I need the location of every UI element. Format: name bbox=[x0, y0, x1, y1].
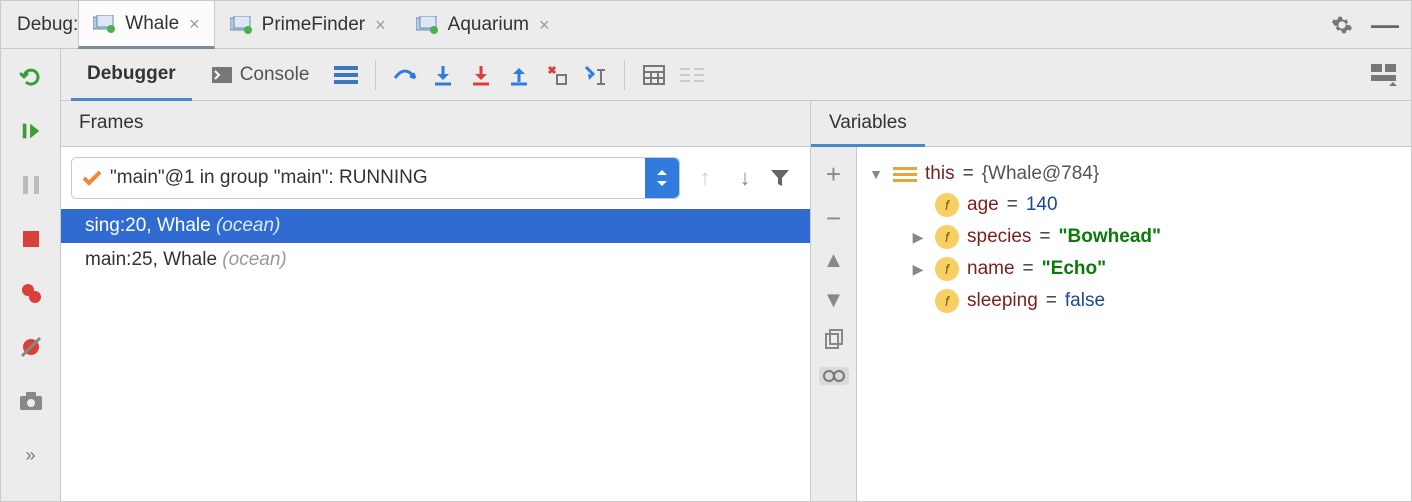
frame-list: sing:20, Whale (ocean) main:25, Whale (o… bbox=[61, 209, 810, 501]
tab-label: PrimeFinder bbox=[262, 14, 365, 36]
frames-header: Frames bbox=[61, 101, 810, 147]
layout-settings-icon[interactable] bbox=[1367, 58, 1401, 92]
prev-frame-button: ↑ bbox=[690, 165, 720, 191]
console-icon bbox=[212, 67, 232, 83]
var-value: 140 bbox=[1026, 194, 1058, 216]
thread-text: "main"@1 in group "main": RUNNING bbox=[110, 167, 645, 189]
show-watches-icon[interactable] bbox=[819, 367, 849, 385]
trace-current-stream-chain-icon bbox=[675, 58, 709, 92]
close-icon[interactable]: × bbox=[539, 16, 550, 34]
tab-whale[interactable]: Whale × bbox=[78, 1, 214, 49]
variable-row-name[interactable]: ▶ f name = "Echo" bbox=[867, 253, 1401, 285]
var-name: name bbox=[967, 258, 1015, 280]
remove-watch-icon[interactable]: − bbox=[826, 205, 841, 231]
frame-method: sing:20, Whale bbox=[85, 215, 211, 236]
debugger-tab-label: Debugger bbox=[87, 63, 176, 85]
gear-icon[interactable] bbox=[1331, 14, 1353, 36]
frame-row[interactable]: sing:20, Whale (ocean) bbox=[61, 209, 810, 243]
variables-title: Variables bbox=[811, 102, 925, 147]
camera-button[interactable] bbox=[13, 383, 49, 419]
threads-icon[interactable] bbox=[329, 58, 363, 92]
var-name: sleeping bbox=[967, 290, 1038, 312]
thread-selector[interactable]: "main"@1 in group "main": RUNNING bbox=[71, 157, 680, 199]
minimize-icon[interactable]: — bbox=[1371, 20, 1399, 30]
field-icon: f bbox=[935, 257, 959, 281]
console-tab-label: Console bbox=[240, 64, 310, 86]
variables-gutter: + − ▲ ▼ bbox=[811, 147, 857, 501]
equals: = bbox=[1023, 258, 1034, 280]
close-icon[interactable]: × bbox=[375, 16, 386, 34]
debug-toolbar: Debugger Console bbox=[61, 49, 1411, 101]
run-config-icon bbox=[416, 16, 438, 34]
var-value: {Whale@784} bbox=[982, 163, 1100, 185]
filter-icon[interactable] bbox=[770, 168, 800, 188]
step-into-icon[interactable] bbox=[426, 58, 460, 92]
equals: = bbox=[1039, 226, 1050, 248]
variable-row-species[interactable]: ▶ f species = "Bowhead" bbox=[867, 221, 1401, 253]
chevron-down-icon[interactable]: ▼ bbox=[867, 166, 885, 182]
var-value: false bbox=[1065, 290, 1105, 312]
debug-topbar: Debug: Whale × PrimeFinder × Aquarium × bbox=[1, 1, 1411, 49]
variable-row-age[interactable]: f age = 140 bbox=[867, 189, 1401, 221]
duplicate-watch-icon[interactable] bbox=[825, 329, 843, 349]
frames-title: Frames bbox=[79, 112, 143, 136]
close-icon[interactable]: × bbox=[189, 15, 200, 33]
frame-location: (ocean) bbox=[216, 215, 280, 236]
var-name: this bbox=[925, 163, 955, 185]
next-frame-button[interactable]: ↓ bbox=[730, 165, 760, 191]
equals: = bbox=[1046, 290, 1057, 312]
resume-button[interactable] bbox=[13, 113, 49, 149]
field-icon: f bbox=[935, 193, 959, 217]
evaluate-expression-icon[interactable] bbox=[637, 58, 671, 92]
run-config-icon bbox=[93, 15, 115, 33]
debug-sidebar: » bbox=[1, 49, 61, 501]
mute-breakpoints-button[interactable] bbox=[13, 329, 49, 365]
equals: = bbox=[963, 163, 974, 185]
chevron-right-icon[interactable]: ▶ bbox=[909, 229, 927, 246]
more-button[interactable]: » bbox=[13, 437, 49, 473]
tab-label: Aquarium bbox=[448, 14, 529, 36]
frame-row[interactable]: main:25, Whale (ocean) bbox=[61, 243, 810, 277]
var-value: "Bowhead" bbox=[1059, 226, 1161, 248]
view-breakpoints-button[interactable] bbox=[13, 275, 49, 311]
tab-primefinder[interactable]: PrimeFinder × bbox=[215, 1, 401, 48]
variables-header: Variables bbox=[811, 101, 1411, 147]
frame-location: (ocean) bbox=[222, 249, 286, 270]
move-up-icon[interactable]: ▲ bbox=[823, 249, 845, 271]
run-config-tabs: Whale × PrimeFinder × Aquarium × bbox=[78, 1, 564, 48]
run-config-icon bbox=[230, 16, 252, 34]
var-name: age bbox=[967, 194, 999, 216]
drop-frame-icon[interactable] bbox=[540, 58, 574, 92]
pause-button[interactable] bbox=[13, 167, 49, 203]
tab-aquarium[interactable]: Aquarium × bbox=[401, 1, 565, 48]
stop-button[interactable] bbox=[13, 221, 49, 257]
tab-label: Whale bbox=[125, 13, 179, 35]
field-icon: f bbox=[935, 289, 959, 313]
var-name: species bbox=[967, 226, 1031, 248]
check-icon bbox=[82, 170, 102, 186]
chevron-right-icon[interactable]: ▶ bbox=[909, 261, 927, 278]
variable-row-this[interactable]: ▼ this = {Whale@784} bbox=[867, 159, 1401, 189]
field-icon: f bbox=[935, 225, 959, 249]
chevron-updown-icon[interactable] bbox=[645, 158, 679, 198]
move-down-icon[interactable]: ▼ bbox=[823, 289, 845, 311]
debugger-tab[interactable]: Debugger bbox=[71, 50, 192, 101]
new-watch-icon[interactable]: + bbox=[826, 161, 841, 187]
var-value: "Echo" bbox=[1042, 258, 1106, 280]
equals: = bbox=[1007, 194, 1018, 216]
rerun-button[interactable] bbox=[13, 59, 49, 95]
debug-label: Debug: bbox=[17, 14, 78, 36]
run-to-cursor-icon[interactable] bbox=[578, 58, 612, 92]
step-out-icon[interactable] bbox=[502, 58, 536, 92]
console-tab[interactable]: Console bbox=[196, 49, 326, 100]
variable-row-sleeping[interactable]: f sleeping = false bbox=[867, 285, 1401, 317]
object-icon bbox=[893, 165, 917, 183]
frame-method: main:25, Whale bbox=[85, 249, 217, 270]
step-over-icon[interactable] bbox=[388, 58, 422, 92]
force-step-into-icon[interactable] bbox=[464, 58, 498, 92]
variables-tree: ▼ this = {Whale@784} f age = bbox=[857, 147, 1411, 501]
